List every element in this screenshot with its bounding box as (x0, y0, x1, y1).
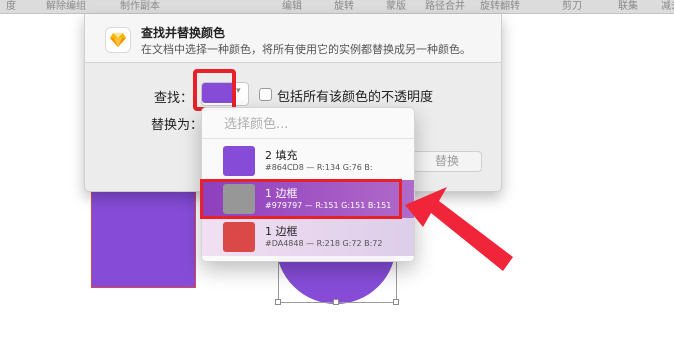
include-opacity-label[interactable]: 包括所有该颜色的不透明度 (277, 86, 433, 105)
toolbar-item[interactable]: 制作副本 (120, 0, 160, 12)
annotation-highlight-box (200, 179, 402, 219)
toolbar-item[interactable]: 路径合并 (425, 0, 465, 12)
color-option-detail: #DA4848 — R:218 G:72 B:72 (265, 239, 383, 248)
color-option[interactable]: 2 填充 #864CD8 — R:134 G:76 B: (202, 142, 414, 180)
color-option-detail: #864CD8 — R:134 G:76 B: (265, 163, 373, 172)
toolbar-item[interactable]: 度 (6, 0, 16, 12)
toolbar-item[interactable]: 旋转 (334, 0, 354, 12)
color-option-swatch (223, 146, 255, 176)
annotation-highlight-box (193, 69, 236, 111)
toolbar-item[interactable]: 旋转翻转 (480, 0, 520, 12)
dialog-header: 查找并替换颜色 在文档中选择一种颜色，将所有使用它的实例都替换成另一种颜色。 (85, 14, 501, 63)
replace-button[interactable]: 替换 (412, 151, 482, 172)
chevron-down-icon[interactable]: ▾ (236, 86, 241, 96)
sketch-icon (105, 27, 131, 53)
toolbar-item[interactable]: 蒙版 (386, 0, 406, 12)
color-option-name: 1 边框 (265, 225, 298, 238)
include-opacity-checkbox[interactable] (259, 88, 272, 101)
color-option-swatch (223, 222, 255, 252)
color-option[interactable]: 1 边框 #DA4848 — R:218 G:72 B:72 (202, 218, 414, 256)
selection-handle[interactable] (333, 299, 339, 305)
selection-handle[interactable] (275, 299, 281, 305)
dialog-title: 查找并替换颜色 (141, 26, 226, 40)
toolbar-item[interactable]: 解除编组 (46, 0, 86, 12)
toolbar-item[interactable]: 减去 (661, 0, 674, 12)
annotation-arrow-icon (405, 187, 513, 271)
toolbar-item[interactable]: 联集 (618, 0, 638, 12)
replace-label: 替换为： (151, 118, 204, 133)
dropdown-separator (202, 138, 414, 139)
toolbar-item[interactable]: 编辑 (282, 0, 302, 12)
color-option-name: 2 填充 (265, 149, 298, 162)
toolbar-strip: 度 解除编组 制作副本 编辑 旋转 蒙版 路径合并 旋转翻转 剪刀 联集 减去 (0, 0, 674, 14)
canvas-rectangle[interactable] (91, 191, 196, 288)
dialog-subtitle: 在文档中选择一种颜色，将所有使用它的实例都替换成另一种颜色。 (141, 43, 471, 56)
dropdown-placeholder: 选择颜色... (224, 117, 289, 132)
find-label: 查找： (154, 91, 194, 106)
selection-handle[interactable] (393, 299, 399, 305)
toolbar-item[interactable]: 剪刀 (562, 0, 582, 12)
